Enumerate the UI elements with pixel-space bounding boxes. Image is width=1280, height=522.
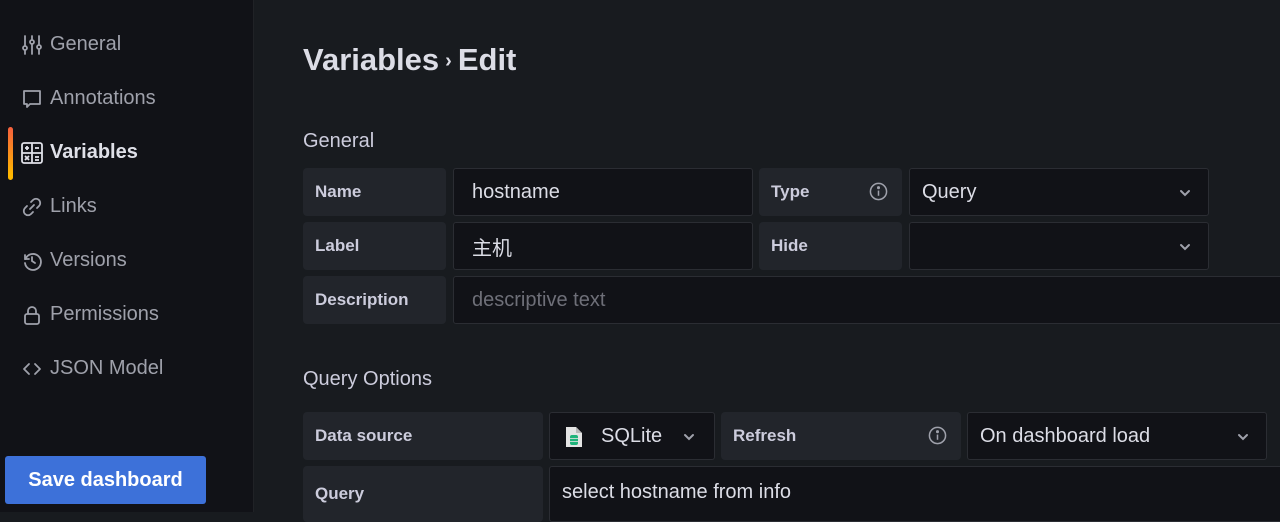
query-editor[interactable]: select hostname from info xyxy=(549,466,1280,522)
code-brackets-icon xyxy=(21,358,43,380)
refresh-label-text: Refresh xyxy=(733,426,797,445)
type-select-value: Query xyxy=(922,180,977,203)
save-dashboard-button[interactable]: Save dashboard xyxy=(5,456,206,504)
chevron-down-icon xyxy=(1180,244,1190,251)
sqlite-datasource-icon xyxy=(566,427,582,447)
chevron-down-icon xyxy=(684,434,694,441)
breadcrumb-current: Edit xyxy=(457,42,517,77)
sidebar-item-versions[interactable]: Versions xyxy=(0,240,254,280)
hide-select[interactable] xyxy=(909,222,1209,270)
description-label: Description xyxy=(303,276,446,324)
label-input[interactable] xyxy=(453,222,753,270)
sidebar-item-links[interactable]: Links xyxy=(0,186,254,226)
data-source-label: Data source xyxy=(303,412,543,460)
sidebar-item-label: Permissions xyxy=(50,302,159,325)
type-label: Type xyxy=(759,168,902,216)
query-label-text: Query xyxy=(315,484,365,503)
section-title-general: General xyxy=(303,130,375,152)
calculator-icon xyxy=(21,142,43,164)
refresh-select[interactable]: On dashboard load xyxy=(967,412,1267,460)
sidebar-item-label: Variables xyxy=(50,140,138,163)
sidebar-item-permissions[interactable]: Permissions xyxy=(0,294,254,334)
breadcrumb-parent[interactable]: Variables xyxy=(303,42,439,77)
label-label: Label xyxy=(303,222,446,270)
info-icon[interactable] xyxy=(928,426,947,445)
page-title: Variables › Edit xyxy=(303,42,516,78)
lock-icon xyxy=(21,304,43,326)
description-input-field[interactable] xyxy=(472,288,1280,312)
data-source-label-text: Data source xyxy=(315,426,413,445)
comment-icon xyxy=(21,88,43,110)
type-label-text: Type xyxy=(771,182,810,201)
link-icon xyxy=(21,196,43,218)
info-icon[interactable] xyxy=(869,182,888,201)
name-label: Name xyxy=(303,168,446,216)
data-source-value: SQLite xyxy=(601,424,663,447)
hide-label-text: Hide xyxy=(771,236,808,255)
type-select[interactable]: Query xyxy=(909,168,1209,216)
sidebar-item-variables[interactable]: Variables xyxy=(0,132,254,172)
label-input-field[interactable] xyxy=(472,234,752,258)
sidebar-item-general[interactable]: General xyxy=(0,24,254,64)
name-input[interactable] xyxy=(453,168,753,216)
description-label-text: Description xyxy=(315,290,409,309)
main-content: Variables ›Edit General Name Type Query L… xyxy=(255,0,1280,522)
sidebar-item-label: Annotations xyxy=(50,86,156,109)
history-icon xyxy=(21,250,43,272)
hide-label: Hide xyxy=(759,222,902,270)
section-title-query-options: Query Options xyxy=(303,368,432,390)
chevron-down-icon xyxy=(1180,190,1190,197)
label-label-text: Label xyxy=(315,236,360,255)
breadcrumb-separator: › xyxy=(445,50,452,72)
settings-sidebar: General Annotations Variables Links Vers… xyxy=(0,0,254,512)
sidebar-item-label: Links xyxy=(50,194,97,217)
sidebar-item-json-model[interactable]: JSON Model xyxy=(0,348,254,388)
refresh-label: Refresh xyxy=(721,412,961,460)
data-source-select[interactable]: SQLite xyxy=(549,412,715,460)
sidebar-item-label: General xyxy=(50,32,122,55)
sidebar-item-label: JSON Model xyxy=(50,356,164,379)
refresh-select-value: On dashboard load xyxy=(980,424,1151,447)
query-text[interactable]: select hostname from info xyxy=(562,481,791,504)
description-input[interactable] xyxy=(453,276,1280,324)
sidebar-item-annotations[interactable]: Annotations xyxy=(0,78,254,118)
sliders-icon xyxy=(21,34,43,56)
query-label: Query xyxy=(303,466,543,522)
name-input-field[interactable] xyxy=(472,180,752,204)
name-label-text: Name xyxy=(315,182,362,201)
sidebar-item-label: Versions xyxy=(50,248,127,271)
chevron-down-icon xyxy=(1238,434,1248,441)
